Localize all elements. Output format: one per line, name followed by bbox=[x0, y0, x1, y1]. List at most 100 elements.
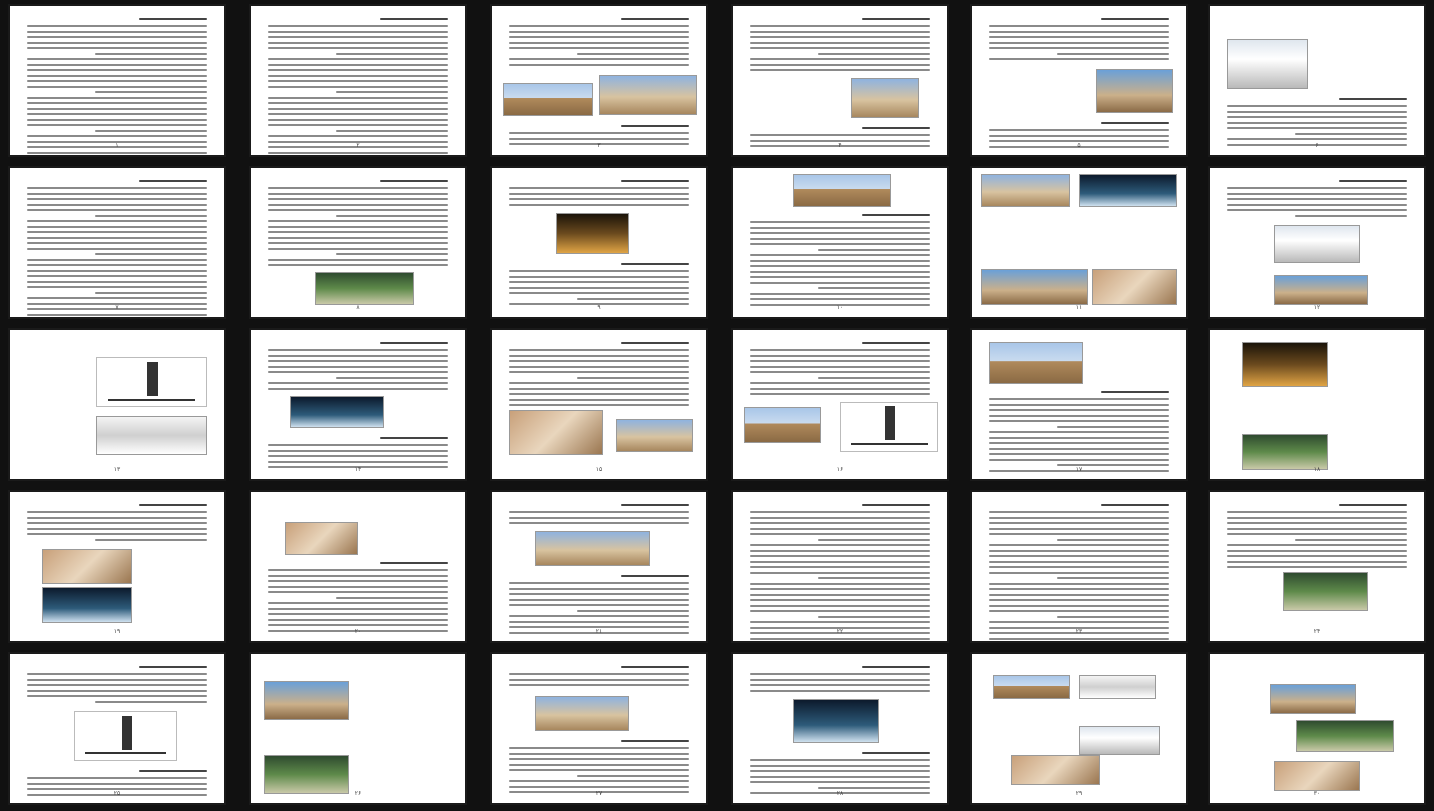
body-text-lines bbox=[989, 391, 1169, 475]
document-page-thumbnail[interactable]: ۵ bbox=[970, 4, 1188, 157]
document-page-thumbnail[interactable]: ۲۰ bbox=[249, 490, 467, 643]
windcatcher-photo bbox=[534, 695, 629, 732]
body-text-lines bbox=[509, 504, 689, 528]
document-page-thumbnail[interactable]: ۲۹ bbox=[970, 652, 1188, 805]
windcatcher-photo bbox=[743, 407, 821, 444]
page-number: ۲۴ bbox=[1313, 628, 1321, 635]
document-page-thumbnail[interactable]: ۱۷ bbox=[970, 328, 1188, 481]
document-page-thumbnail[interactable]: ۱۶ bbox=[731, 328, 949, 481]
body-text-lines bbox=[750, 504, 930, 641]
page-number: ۲۹ bbox=[1075, 790, 1083, 797]
page-number: ۲۷ bbox=[595, 790, 603, 797]
windcatcher-photo bbox=[599, 74, 698, 115]
document-page-thumbnail[interactable]: ۳ bbox=[490, 4, 708, 157]
body-text-lines bbox=[268, 342, 448, 393]
windcatcher-photo bbox=[502, 83, 593, 117]
windcatcher-photo bbox=[1079, 173, 1178, 207]
body-text-lines bbox=[750, 18, 930, 75]
document-page-thumbnail[interactable]: ۱۲ bbox=[1208, 166, 1426, 319]
document-page-thumbnail[interactable]: ۲۵ bbox=[8, 652, 226, 805]
windcatcher-photo bbox=[1269, 683, 1356, 714]
windcatcher-photo bbox=[1079, 674, 1157, 699]
document-page-thumbnail[interactable]: ۲۲ bbox=[731, 490, 949, 643]
windcatcher-photo bbox=[1274, 275, 1369, 306]
windcatcher-photo bbox=[534, 530, 651, 567]
body-text-lines bbox=[268, 18, 448, 155]
document-page-thumbnail[interactable]: ۲۳ bbox=[970, 490, 1188, 643]
page-number: ۷ bbox=[115, 304, 119, 311]
page-number: ۵ bbox=[1077, 142, 1081, 149]
page-number: ۳ bbox=[597, 142, 601, 149]
page-number: ۱۵ bbox=[595, 466, 603, 473]
page-number: ۲۸ bbox=[836, 790, 844, 797]
body-text-lines bbox=[989, 504, 1169, 641]
document-page-thumbnail[interactable]: ۲۸ bbox=[731, 652, 949, 805]
page-number: ۳۰ bbox=[1313, 790, 1321, 797]
document-page-thumbnail[interactable]: ۲۴ bbox=[1208, 490, 1426, 643]
document-page-thumbnail[interactable]: ۲ bbox=[249, 4, 467, 157]
page-number: ۲۶ bbox=[354, 790, 362, 797]
page-number: ۲۱ bbox=[595, 628, 603, 635]
document-page-thumbnail[interactable]: ۲۷ bbox=[490, 652, 708, 805]
page-number: ۱۶ bbox=[836, 466, 844, 473]
page-number: ۱۳ bbox=[113, 466, 121, 473]
document-page-thumbnail[interactable]: ۷ bbox=[8, 166, 226, 319]
body-text-lines bbox=[750, 666, 930, 695]
page-number: ۴ bbox=[838, 142, 842, 149]
windcatcher-photo bbox=[792, 698, 879, 744]
windcatcher-photo bbox=[556, 212, 629, 255]
windcatcher-photo bbox=[792, 173, 892, 207]
body-text-lines bbox=[509, 180, 689, 209]
document-page-thumbnail[interactable]: ۱۹ bbox=[8, 490, 226, 643]
windcatcher-photo bbox=[1295, 719, 1395, 753]
document-page-thumbnail[interactable]: ۱۴ bbox=[249, 328, 467, 481]
windcatcher-photo bbox=[289, 395, 384, 429]
page-number: ۸ bbox=[356, 304, 360, 311]
document-page-thumbnail[interactable]: ۲۱ bbox=[490, 490, 708, 643]
page-number: ۹ bbox=[597, 304, 601, 311]
page-number: ۲۰ bbox=[354, 628, 362, 635]
document-page-thumbnail[interactable]: ۳۰ bbox=[1208, 652, 1426, 805]
page-number: ۱۸ bbox=[1313, 466, 1321, 473]
document-page-thumbnail[interactable]: ۶ bbox=[1208, 4, 1426, 157]
page-number: ۱۲ bbox=[1313, 304, 1321, 311]
body-text-lines bbox=[268, 562, 448, 635]
document-page-thumbnail[interactable]: ۱۳ bbox=[8, 328, 226, 481]
page-number: ۲۲ bbox=[836, 628, 844, 635]
page-thumbnail-grid: ۱ ۲ ۳ ۴ ۵ ۶ ۷ ۸ ۹ ۱۰ ۱۱ ۱۲ ۱۳ ۱۴ ۱۵ ۱۶ ۱۷ ۱۸ ۱۹ ۲۰ ۲۱ ۲۲ ۲۳ ۲۴ ۲… bbox=[0, 0, 1434, 811]
windcatcher-photo bbox=[1227, 38, 1309, 90]
document-page-thumbnail[interactable]: ۱۵ bbox=[490, 328, 708, 481]
document-page-thumbnail[interactable]: ۱۸ bbox=[1208, 328, 1426, 481]
body-text-lines bbox=[509, 740, 689, 797]
document-page-thumbnail[interactable]: ۸ bbox=[249, 166, 467, 319]
document-page-thumbnail[interactable]: ۲۶ bbox=[249, 652, 467, 805]
windcatcher-photo bbox=[263, 755, 350, 795]
page-number: ۱۰ bbox=[836, 304, 844, 311]
body-text-lines bbox=[27, 504, 207, 544]
document-page-thumbnail[interactable]: ۱۱ bbox=[970, 166, 1188, 319]
document-page-thumbnail[interactable]: ۴ bbox=[731, 4, 949, 157]
page-number: ۱۴ bbox=[354, 466, 362, 473]
windcatcher-photo bbox=[1091, 269, 1178, 306]
body-text-lines bbox=[27, 18, 207, 155]
body-text-lines bbox=[509, 263, 689, 309]
document-page-thumbnail[interactable]: ۱ bbox=[8, 4, 226, 157]
windcatcher-photo bbox=[980, 269, 1088, 306]
page-number: ۱۹ bbox=[113, 628, 121, 635]
windcatcher-photo bbox=[993, 674, 1071, 699]
body-text-lines bbox=[509, 342, 689, 410]
windcatcher-photo bbox=[1096, 68, 1174, 114]
page-number: ۱۱ bbox=[1075, 304, 1083, 311]
windcatcher-photo bbox=[1274, 761, 1360, 792]
windcatcher-photo bbox=[315, 272, 414, 306]
page-number: ۲ bbox=[356, 142, 360, 149]
windcatcher-photo bbox=[850, 77, 920, 118]
windcatcher-photo bbox=[1242, 341, 1328, 387]
page-number: ۲۳ bbox=[1075, 628, 1083, 635]
windcatcher-photo bbox=[42, 587, 132, 624]
architectural-drawing-image bbox=[840, 401, 939, 453]
windcatcher-photo bbox=[980, 173, 1071, 207]
document-page-thumbnail[interactable]: ۱۰ bbox=[731, 166, 949, 319]
windcatcher-photo bbox=[616, 419, 694, 453]
document-page-thumbnail[interactable]: ۹ bbox=[490, 166, 708, 319]
